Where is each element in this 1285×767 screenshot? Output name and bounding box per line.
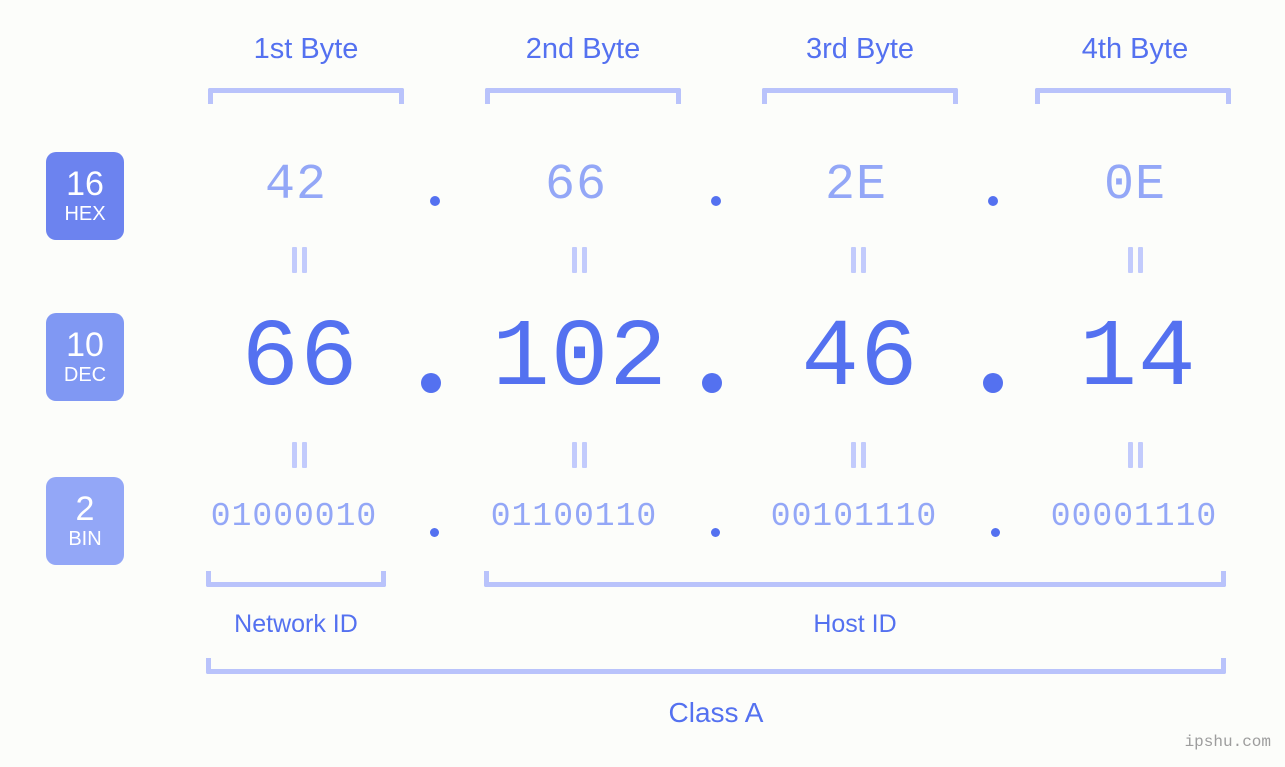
dec-octet-4: 14	[1079, 304, 1197, 413]
equality-mark-hex-dec-1	[292, 247, 308, 273]
equality-mark-dec-bin-4	[1128, 442, 1144, 468]
equality-mark-hex-dec-4	[1128, 247, 1144, 273]
network-id-bracket	[206, 571, 386, 587]
network-id-label: Network ID	[234, 610, 358, 638]
bin-octet-1: 01000010	[210, 498, 378, 535]
byte-header-label-3: 3rd Byte	[806, 33, 914, 65]
dec-separator-dot-3	[983, 373, 1003, 393]
host-id-label: Host ID	[813, 610, 897, 638]
radix-badge-hex-name: HEX	[64, 203, 106, 225]
radix-badge-bin-number: 2	[75, 490, 95, 528]
radix-badge-dec-number: 10	[66, 326, 104, 364]
byte-header-label-4: 4th Byte	[1081, 33, 1189, 65]
bin-separator-dot-2	[711, 528, 720, 537]
radix-badge-bin-name: BIN	[68, 528, 102, 550]
hex-octet-3: 2E	[824, 157, 887, 214]
equality-mark-hex-dec-3	[851, 247, 867, 273]
hex-octet-2: 66	[544, 157, 607, 214]
hex-separator-dot-1	[430, 196, 440, 206]
byte-bracket-4	[1035, 88, 1231, 104]
byte-bracket-2	[485, 88, 681, 104]
hex-octet-4: 0E	[1103, 157, 1166, 214]
bin-octet-2: 01100110	[490, 498, 658, 535]
byte-header-label-1: 1st Byte	[253, 33, 359, 65]
equality-mark-dec-bin-2	[572, 442, 588, 468]
equality-mark-dec-bin-1	[292, 442, 308, 468]
radix-badge-dec: 10 DEC	[46, 313, 124, 401]
radix-badge-hex: 16 HEX	[46, 152, 124, 240]
bin-octet-3: 00101110	[770, 498, 938, 535]
equality-mark-dec-bin-3	[851, 442, 867, 468]
site-watermark: ipshu.com	[1184, 733, 1271, 751]
byte-bracket-3	[762, 88, 958, 104]
hex-octet-1: 42	[264, 157, 327, 214]
class-label: Class A	[668, 697, 764, 728]
bin-octet-4: 00001110	[1050, 498, 1218, 535]
radix-badge-dec-name: DEC	[63, 364, 107, 386]
hex-separator-dot-2	[711, 196, 721, 206]
host-id-bracket	[484, 571, 1226, 587]
dec-separator-dot-1	[421, 373, 441, 393]
equality-mark-hex-dec-2	[572, 247, 588, 273]
dec-octet-2: 102	[492, 304, 668, 413]
dec-separator-dot-2	[702, 373, 722, 393]
ip-address-breakdown-diagram: 1st Byte 2nd Byte 3rd Byte 4th Byte 16 H…	[0, 0, 1285, 767]
byte-bracket-1	[208, 88, 404, 104]
class-bracket	[206, 658, 1226, 674]
bin-separator-dot-1	[430, 528, 439, 537]
byte-header-label-2: 2nd Byte	[525, 33, 641, 65]
bin-separator-dot-3	[991, 528, 1000, 537]
radix-badge-hex-number: 16	[66, 165, 104, 203]
dec-octet-1: 66	[241, 304, 359, 413]
radix-badge-bin: 2 BIN	[46, 477, 124, 565]
hex-separator-dot-3	[988, 196, 998, 206]
dec-octet-3: 46	[801, 304, 919, 413]
